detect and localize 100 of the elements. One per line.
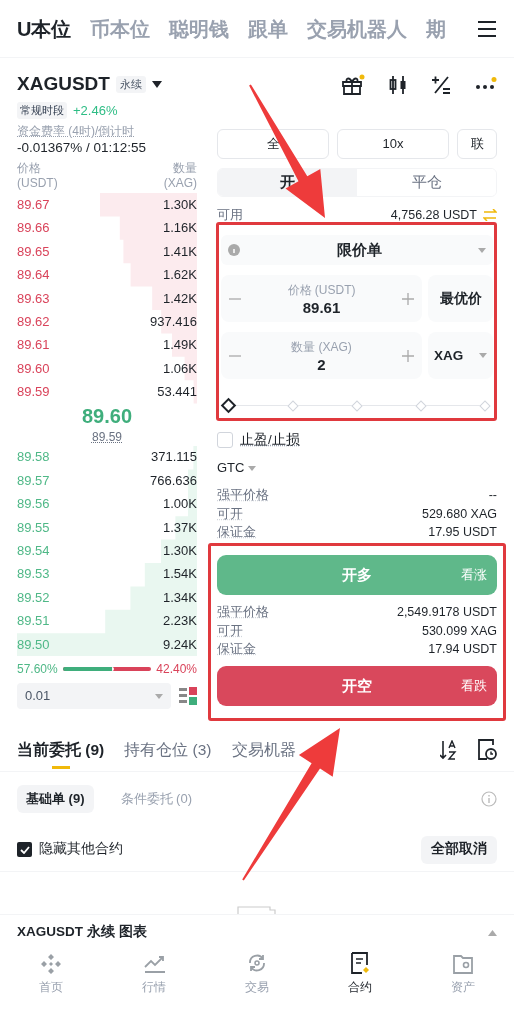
nav-tab[interactable]: 合约 (308, 952, 412, 996)
info-icon[interactable] (481, 791, 497, 807)
nav-tab[interactable]: 行情 (102, 952, 206, 996)
order-price[interactable]: 89.50 (17, 634, 50, 655)
checkbox[interactable] (217, 432, 233, 449)
order-price[interactable]: 89.63 (17, 288, 50, 308)
info-value: 17.95 USDT (428, 524, 497, 542)
order-price[interactable]: 89.67 (17, 194, 50, 215)
slider-step-mark[interactable] (351, 400, 363, 412)
quantity-field[interactable]: 数量 (XAG) 2 (221, 332, 422, 380)
info-value: 529.680 XAG (421, 505, 497, 523)
top-tab[interactable]: 币本位 (90, 13, 151, 44)
transfer-icon[interactable] (483, 209, 497, 222)
order-price[interactable]: 89.62 (17, 311, 50, 332)
order-price[interactable]: 89.54 (17, 541, 50, 561)
info-value: 2,549.9178 USDT (396, 604, 497, 622)
filter-tab[interactable]: 基础单 (9) (17, 785, 94, 813)
time-in-force-dropdown[interactable]: GTC (217, 459, 257, 478)
menu-icon[interactable] (477, 20, 497, 37)
top-tab[interactable]: 期 (426, 13, 447, 44)
order-quantity: 1.30K (163, 195, 197, 214)
info-icon[interactable] (228, 244, 240, 257)
order-price[interactable]: 89.61 (17, 335, 50, 355)
field-label: 价格 (USDT) (287, 281, 356, 299)
futures-icon (348, 952, 371, 974)
order-price[interactable]: 89.53 (17, 564, 50, 584)
leverage-button[interactable]: 10x (337, 129, 449, 159)
plus-icon[interactable] (402, 292, 414, 305)
cancel-all-button[interactable]: 全部取消 (421, 835, 497, 864)
slider-step-mark[interactable] (415, 400, 427, 412)
top-tab[interactable]: 聪明钱 (169, 13, 230, 44)
info-label: 强平价格 (217, 604, 269, 622)
minus-icon[interactable] (229, 297, 241, 300)
caret-icon[interactable] (151, 80, 162, 88)
expand-icon[interactable] (488, 929, 497, 936)
mark-price: 89.59 (92, 428, 122, 446)
column-header: 数量 (173, 161, 197, 176)
price-field[interactable]: 价格 (USDT) 89.61 (221, 275, 422, 323)
slider-step-mark[interactable] (479, 400, 491, 412)
best-price-button[interactable]: 最优价 (428, 275, 493, 323)
chart-bar-label[interactable]: XAGUSDT 永续 图表 (17, 922, 147, 943)
order-price[interactable]: 89.58 (17, 447, 50, 467)
session-badge: 常规时段 (17, 102, 67, 119)
tp-sl-label[interactable]: 止盈/止损 (240, 430, 300, 451)
field-value: 89.61 (302, 298, 341, 317)
field-value: 2 (317, 355, 326, 374)
nav-tab[interactable]: 交易 (205, 952, 309, 996)
plus-minus-icon[interactable] (431, 75, 451, 95)
info-value: 17.94 USDT (428, 641, 497, 659)
column-unit: (XAG) (163, 176, 197, 191)
symbol-name[interactable]: XAGUSDT (17, 70, 110, 99)
nav-tab[interactable]: 首页 (0, 952, 103, 996)
open-long-button[interactable]: 开多 看涨 (217, 554, 497, 596)
price-change: +2.46% (73, 101, 118, 120)
order-type-dropdown[interactable]: 限价单 (221, 235, 493, 266)
slider-step-mark[interactable] (287, 400, 299, 412)
order-price[interactable]: 89.57 (17, 470, 50, 491)
order-quantity: 1.41K (163, 242, 197, 261)
filter-tab[interactable]: 条件委托 (0) (111, 785, 201, 813)
gift-icon[interactable] (341, 74, 365, 96)
order-price[interactable]: 89.60 (17, 358, 50, 379)
available-balance: 4,756.28 USDT (390, 206, 477, 224)
order-quantity: 9.24K (163, 635, 197, 654)
contract-badge: 永续 (115, 76, 146, 93)
order-price[interactable]: 89.59 (17, 382, 50, 402)
sort-icon[interactable] (440, 739, 458, 760)
order-quantity: 2.23K (163, 612, 197, 631)
precision-dropdown[interactable]: 0.01 (17, 683, 171, 710)
orders-tab[interactable]: 当前委托 (9) (17, 728, 105, 771)
top-tab[interactable]: 跟单 (248, 13, 289, 44)
minus-icon[interactable] (229, 354, 241, 357)
info-label: 强平价格 (217, 487, 269, 505)
order-price[interactable]: 89.56 (17, 494, 50, 514)
order-price[interactable]: 89.51 (17, 611, 50, 631)
sell-ratio: 42.40% (156, 661, 197, 679)
layout-icon[interactable] (179, 687, 197, 706)
orders-tab[interactable]: 交易机器 (231, 728, 296, 771)
history-icon[interactable] (478, 739, 497, 760)
available-label: 可用 (217, 206, 243, 224)
orders-tab[interactable]: 持有仓位 (3) (124, 728, 212, 771)
top-tab[interactable]: 交易机器人 (307, 13, 408, 44)
open-short-button[interactable]: 开空 看跌 (217, 665, 497, 706)
asset-mode-button[interactable]: 联 (457, 129, 497, 159)
nav-tab[interactable]: 资产 (411, 952, 514, 996)
hide-other-label[interactable]: 隐藏其他合约 (39, 839, 123, 860)
info-label: 保证金 (217, 641, 256, 659)
info-value: -- (488, 487, 497, 505)
top-tab[interactable]: U本位 (17, 13, 72, 44)
order-price[interactable]: 89.52 (17, 587, 50, 608)
order-price[interactable]: 89.66 (17, 218, 50, 238)
candlestick-icon[interactable] (389, 75, 407, 95)
order-price[interactable]: 89.55 (17, 517, 50, 538)
info-label: 保证金 (217, 524, 256, 542)
checkbox[interactable] (17, 842, 32, 857)
order-quantity: 371.115 (150, 448, 197, 467)
plus-icon[interactable] (402, 349, 414, 362)
order-quantity: 1.49K (163, 336, 197, 355)
order-price[interactable]: 89.65 (17, 241, 50, 262)
unit-dropdown[interactable]: XAG (428, 332, 493, 380)
order-price[interactable]: 89.64 (17, 265, 50, 285)
